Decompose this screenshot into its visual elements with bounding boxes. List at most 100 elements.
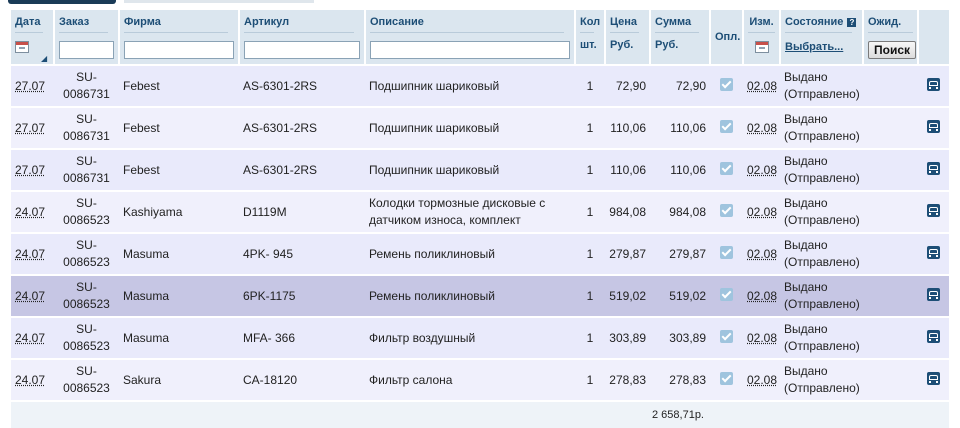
header-row: Дата ◢ Заказ Фирма Артикул Описание Кол …	[11, 10, 949, 65]
col-sum-label[interactable]: Сумма	[655, 10, 699, 33]
expected-cell	[863, 64, 918, 107]
status-cell: Выдано (Отправлено)	[780, 316, 863, 359]
col-paid[interactable]: Опл.	[709, 10, 743, 65]
paid-cell	[710, 316, 743, 359]
checkbox-checked-icon	[720, 288, 733, 301]
checkbox-checked-icon	[720, 372, 733, 385]
col-article[interactable]: Артикул	[238, 10, 365, 65]
delivery-cell	[918, 190, 949, 233]
changed-date-link[interactable]: 02.08	[747, 163, 777, 177]
table-row[interactable]: 24.07 SU- 0086523 Masuma 6PK-1175 Ремень …	[11, 274, 949, 317]
order-date-link[interactable]: 24.07	[15, 373, 45, 387]
col-changed[interactable]: Изм.	[742, 10, 780, 65]
car-icon[interactable]	[927, 78, 940, 91]
col-article-label[interactable]: Артикул	[244, 10, 354, 33]
changed-date-link[interactable]: 02.08	[747, 205, 777, 219]
order-number: SU- 0086731	[54, 148, 119, 191]
expected-cell	[863, 358, 918, 401]
changed-cell: 02.08	[743, 106, 780, 149]
order-date-link[interactable]: 24.07	[15, 289, 45, 303]
car-icon[interactable]	[927, 372, 940, 385]
car-icon[interactable]	[927, 120, 940, 133]
changed-date-link[interactable]: 02.08	[747, 331, 777, 345]
delivery-cell	[918, 148, 949, 191]
col-qty-label[interactable]: Кол	[580, 10, 600, 33]
col-price-unit: Руб.	[610, 39, 634, 51]
order-date-link[interactable]: 27.07	[15, 121, 45, 135]
help-icon[interactable]: ?	[847, 17, 857, 27]
col-date-label[interactable]: Дата	[15, 10, 43, 33]
col-paid-label[interactable]: Опл.	[715, 31, 740, 43]
order-date-link[interactable]: 24.07	[15, 331, 45, 345]
order-filter-input[interactable]	[59, 41, 114, 59]
sort-arrow-icon[interactable]: ◢	[41, 54, 47, 63]
status-cell: Выдано (Отправлено)	[780, 148, 863, 191]
sum-cell: 278,83	[650, 358, 710, 401]
description-cell: Подшипник шариковый	[365, 148, 575, 191]
col-sum[interactable]: Сумма Руб.	[649, 10, 710, 65]
order-number: SU- 0086523	[54, 190, 119, 233]
col-expected-label[interactable]: Ожид.	[868, 10, 913, 33]
col-order[interactable]: Заказ	[53, 10, 119, 65]
changed-date-link[interactable]: 02.08	[747, 373, 777, 387]
top-tab-active[interactable]	[8, 0, 116, 4]
changed-date-link[interactable]: 02.08	[747, 79, 777, 93]
car-icon[interactable]	[927, 330, 940, 343]
table-row[interactable]: 27.07 SU- 0086731 Febest AS-6301-2RS Подш…	[11, 64, 949, 107]
changed-date-link[interactable]: 02.08	[747, 247, 777, 261]
car-icon[interactable]	[927, 246, 940, 259]
col-state-header[interactable]: Состояние?	[785, 10, 857, 33]
col-price[interactable]: Цена Руб.	[604, 10, 650, 65]
car-icon[interactable]	[927, 162, 940, 175]
col-expected[interactable]: Ожид. Поиск	[862, 10, 918, 65]
firm-filter-input[interactable]	[124, 41, 234, 59]
article-cell: AS-6301-2RS	[239, 106, 365, 149]
col-date[interactable]: Дата ◢	[11, 10, 54, 65]
col-order-label[interactable]: Заказ	[59, 10, 108, 33]
delivery-cell	[918, 358, 949, 401]
table-row[interactable]: 27.07 SU- 0086731 Febest AS-6301-2RS Подш…	[11, 106, 949, 149]
delivery-cell	[918, 274, 949, 317]
changed-date-link[interactable]: 02.08	[747, 289, 777, 303]
car-icon[interactable]	[927, 288, 940, 301]
price-cell: 110,06	[605, 106, 650, 149]
expected-cell	[863, 148, 918, 191]
changed-date-link[interactable]: 02.08	[747, 121, 777, 135]
qty-cell: 1	[575, 358, 605, 401]
status-cell: Выдано (Отправлено)	[780, 274, 863, 317]
state-choose-link[interactable]: Выбрать...	[785, 41, 843, 53]
table-row[interactable]: 27.07 SU- 0086731 Febest AS-6301-2RS Подш…	[11, 148, 949, 191]
col-state[interactable]: Состояние? Выбрать...	[779, 10, 863, 65]
col-firm[interactable]: Фирма	[118, 10, 239, 65]
price-cell: 278,83	[605, 358, 650, 401]
price-cell: 110,06	[605, 148, 650, 191]
top-tab-inactive[interactable]	[124, 0, 314, 3]
firm-cell: Masuma	[119, 274, 239, 317]
table-row[interactable]: 24.07 SU- 0086523 Sakura CA-18120 Фильтр …	[11, 358, 949, 401]
table-row[interactable]: 24.07 SU- 0086523 Masuma 4PK- 945 Ремень …	[11, 232, 949, 275]
order-date-link[interactable]: 27.07	[15, 163, 45, 177]
car-icon[interactable]	[927, 204, 940, 217]
col-changed-label[interactable]: Изм.	[748, 10, 775, 33]
col-firm-label[interactable]: Фирма	[124, 10, 228, 33]
col-qty[interactable]: Кол шт.	[574, 10, 605, 65]
checkbox-checked-icon	[720, 204, 733, 217]
orders-table-container: Дата ◢ Заказ Фирма Артикул Описание Кол …	[11, 10, 949, 428]
table-row[interactable]: 24.07 SU- 0086523 Masuma MFA- 366 Фильтр …	[11, 316, 949, 359]
col-description[interactable]: Описание	[364, 10, 575, 65]
table-row[interactable]: 24.07 SU- 0086523 Kashiyama D1119M Колодк…	[11, 190, 949, 233]
col-description-label[interactable]: Описание	[370, 10, 564, 33]
article-cell: D1119M	[239, 190, 365, 233]
description-filter-input[interactable]	[370, 41, 570, 59]
order-date-link[interactable]: 27.07	[15, 79, 45, 93]
order-date-link[interactable]: 24.07	[15, 205, 45, 219]
qty-cell: 1	[575, 64, 605, 107]
calendar-icon[interactable]	[15, 41, 29, 53]
col-price-label[interactable]: Цена	[610, 10, 639, 33]
delivery-cell	[918, 232, 949, 275]
calendar-icon[interactable]	[754, 41, 769, 53]
order-date-link[interactable]: 24.07	[15, 247, 45, 261]
article-cell: 4PK- 945	[239, 232, 365, 275]
search-button[interactable]: Поиск	[868, 41, 917, 59]
article-filter-input[interactable]	[244, 41, 360, 59]
